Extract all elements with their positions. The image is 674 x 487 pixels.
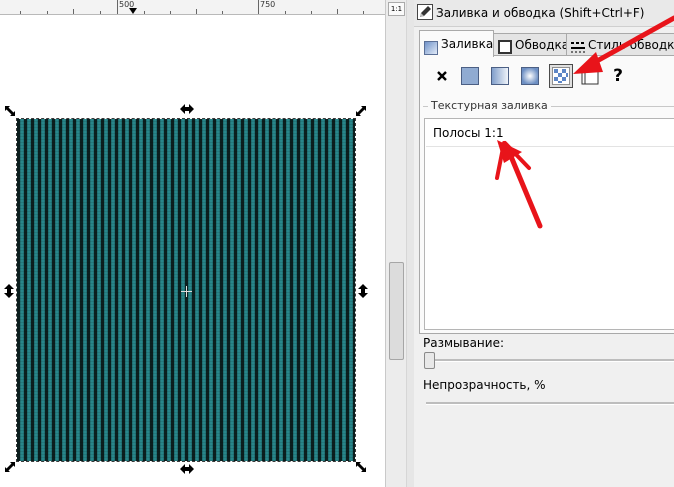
blur-slider-thumb[interactable] <box>424 352 435 369</box>
ruler-tick <box>170 11 171 14</box>
ruler-tick <box>311 11 312 14</box>
fill-type-buttons: ? <box>432 64 642 90</box>
resize-handle-top-right[interactable] <box>355 105 367 117</box>
fill-tab-icon <box>424 38 438 55</box>
ruler-tick <box>222 11 223 14</box>
pattern-icon[interactable] <box>549 64 573 88</box>
pattern-list[interactable]: Полосы 1:1 <box>424 118 674 330</box>
opacity-label: Непрозрачность, % <box>423 378 546 392</box>
ruler-position-marker <box>129 8 137 14</box>
ruler-tick <box>144 11 145 14</box>
ruler-tick <box>100 11 101 14</box>
blur-slider-track[interactable] <box>426 359 674 362</box>
ruler-label-750: 750 <box>260 0 276 9</box>
linear-gradient-icon[interactable] <box>490 66 510 86</box>
resize-handle-bottom[interactable] <box>180 463 194 475</box>
opacity-slider-track[interactable] <box>426 402 674 405</box>
ruler-tick <box>20 11 21 14</box>
radial-gradient-icon[interactable] <box>520 66 540 86</box>
ruler-tick <box>363 11 364 14</box>
rotation-center-icon[interactable] <box>181 286 192 297</box>
ruler-tick <box>73 9 74 14</box>
tab-stroke-style[interactable]: Стиль обводки <box>566 33 674 56</box>
horizontal-ruler: 500 750 <box>0 0 385 15</box>
resize-handle-bottom-left[interactable] <box>4 461 16 473</box>
stroke-style-tab-icon <box>571 39 585 53</box>
resize-handle-top-left[interactable] <box>4 105 16 117</box>
unset-paint-icon[interactable]: ? <box>608 66 628 86</box>
ruler-tick <box>47 11 48 14</box>
ruler-tick <box>117 0 118 14</box>
ruler-tick <box>258 0 259 14</box>
scrollbar-thumb[interactable] <box>389 262 404 360</box>
stroke-tab-icon <box>498 39 512 54</box>
tab-stroke-paint[interactable]: Обводка <box>493 33 570 56</box>
ruler-tick <box>285 11 286 14</box>
swatch-icon[interactable] <box>580 66 600 86</box>
resize-handle-right[interactable] <box>357 284 369 298</box>
tab-stroke-style-label: Стиль обводки <box>588 38 674 52</box>
drawing-canvas[interactable]: 500 750 <box>0 0 385 487</box>
pattern-group-label: Текстурная заливка <box>428 99 551 112</box>
tab-fill[interactable]: Заливка <box>419 30 494 57</box>
vertical-scrollbar[interactable]: 1:1 <box>385 0 406 487</box>
panel-tabs: Заливка Обводка Стиль обводки <box>419 30 674 57</box>
tab-stroke-paint-label: Обводка <box>515 38 570 52</box>
ruler-tick <box>196 9 197 14</box>
ruler-tick <box>337 9 338 14</box>
resize-handle-left[interactable] <box>3 284 15 298</box>
tab-fill-label: Заливка <box>441 37 494 51</box>
resize-handle-top[interactable] <box>180 103 194 115</box>
no-paint-icon[interactable] <box>432 66 452 86</box>
zoom-1-1-button[interactable]: 1:1 <box>388 2 405 16</box>
flat-color-icon[interactable] <box>460 66 480 86</box>
resize-handle-bottom-right[interactable] <box>355 461 367 473</box>
blur-label: Размывание: <box>423 336 504 350</box>
pattern-selected-value: Полосы 1:1 <box>433 126 504 140</box>
